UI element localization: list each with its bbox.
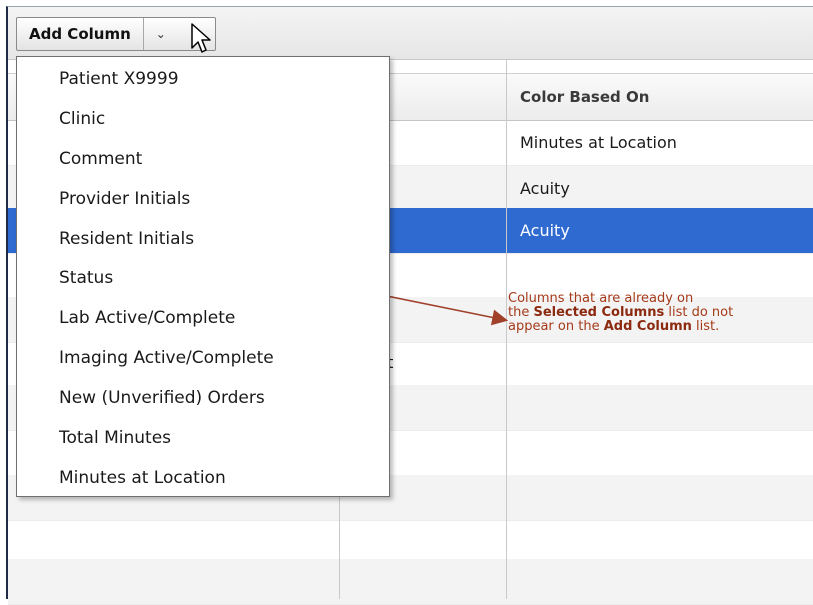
menu-item-lab-active-complete[interactable]: Lab Active/Complete — [17, 298, 389, 338]
menu-item-provider-initials[interactable]: Provider Initials — [17, 179, 389, 219]
menu-item-minutes-at-location[interactable]: Minutes at Location — [17, 458, 389, 498]
menu-item-status[interactable]: Status — [17, 258, 389, 298]
menu-item-comment[interactable]: Comment — [17, 139, 389, 179]
menu-item-new-unverified-orders[interactable]: New (Unverified) Orders — [17, 378, 389, 418]
menu-item-total-minutes[interactable]: Total Minutes — [17, 418, 389, 458]
menu-item-imaging-active-complete[interactable]: Imaging Active/Complete — [17, 338, 389, 378]
mouse-pointer-icon — [191, 23, 211, 53]
menu-item-clinic[interactable]: Clinic — [17, 99, 389, 139]
menu-item-resident-initials[interactable]: Resident Initials — [17, 219, 389, 259]
menu-item-patient[interactable]: Patient X9999 — [17, 59, 389, 99]
add-column-dropdown-menu: Patient X9999 Clinic Comment Provider In… — [16, 56, 390, 497]
